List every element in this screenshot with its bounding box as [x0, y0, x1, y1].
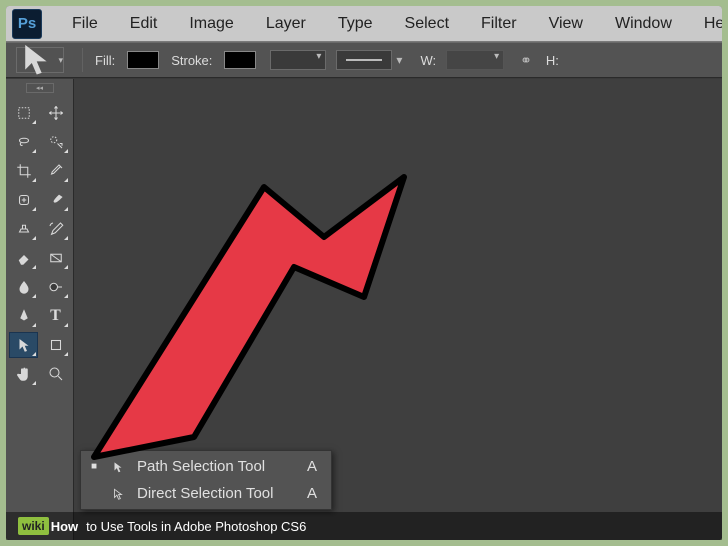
arrow-cursor-icon	[17, 40, 56, 79]
options-bar: ▾ Fill: Stroke: ▾ W: ⚭ H:	[6, 42, 722, 78]
healing-brush-tool[interactable]	[9, 187, 38, 213]
flyout-item-shortcut: A	[307, 458, 317, 475]
history-brush-tool[interactable]	[41, 216, 70, 242]
wikihow-logo-suffix: How	[51, 519, 78, 534]
flyout-item-path-selection[interactable]: ■ Path Selection Tool A	[81, 453, 331, 480]
caption-text: to Use Tools in Adobe Photoshop CS6	[86, 519, 306, 534]
hand-tool[interactable]	[9, 361, 38, 387]
width-field[interactable]	[446, 50, 504, 70]
stroke-style-dropdown[interactable]	[336, 50, 392, 70]
app-window: Ps File Edit Image Layer Type Select Fil…	[6, 6, 722, 540]
app-logo: Ps	[12, 9, 42, 39]
brush-tool[interactable]	[41, 187, 70, 213]
width-label: W:	[420, 53, 436, 68]
separator	[82, 48, 83, 72]
clone-stamp-tool[interactable]	[9, 216, 38, 242]
flyout-item-direct-selection[interactable]: Direct Selection Tool A	[81, 480, 331, 507]
flyout-item-label: Direct Selection Tool	[137, 485, 297, 502]
dodge-tool[interactable]	[41, 274, 70, 300]
eyedropper-tool[interactable]	[41, 158, 70, 184]
marquee-tool[interactable]	[9, 100, 38, 126]
zoom-tool[interactable]	[41, 361, 70, 387]
path-selection-tool[interactable]	[9, 332, 38, 358]
stroke-label: Stroke:	[171, 53, 212, 68]
eraser-tool[interactable]	[9, 245, 38, 271]
shape-tool[interactable]	[41, 332, 70, 358]
caption-bar: wiki How to Use Tools in Adobe Photoshop…	[6, 512, 722, 540]
menu-edit[interactable]: Edit	[114, 15, 174, 33]
fill-label: Fill:	[95, 53, 115, 68]
menu-help[interactable]: Help	[688, 15, 722, 33]
menu-filter[interactable]: Filter	[465, 15, 533, 33]
menu-type[interactable]: Type	[322, 15, 389, 33]
menu-window[interactable]: Window	[599, 15, 688, 33]
stroke-swatch[interactable]	[224, 51, 256, 69]
menu-file[interactable]: File	[56, 15, 114, 33]
crop-tool[interactable]	[9, 158, 38, 184]
blur-tool[interactable]	[9, 274, 38, 300]
flyout-item-shortcut: A	[307, 485, 317, 502]
menu-view[interactable]: View	[533, 15, 599, 33]
stroke-width-dropdown[interactable]	[270, 50, 326, 70]
pen-tool[interactable]	[9, 303, 38, 329]
direct-selection-icon	[109, 487, 127, 501]
quick-selection-tool[interactable]	[41, 129, 70, 155]
menubar: Ps File Edit Image Layer Type Select Fil…	[6, 6, 722, 42]
move-tool[interactable]	[41, 100, 70, 126]
menu-select[interactable]: Select	[389, 15, 465, 33]
menu-image[interactable]: Image	[173, 15, 249, 33]
menu-layer[interactable]: Layer	[250, 15, 322, 33]
fill-swatch[interactable]	[127, 51, 159, 69]
gradient-tool[interactable]	[41, 245, 70, 271]
height-label: H:	[546, 53, 559, 68]
current-tool-preset[interactable]: ▾	[16, 47, 64, 73]
type-tool[interactable]: T	[41, 303, 70, 329]
toolbox-collapse-tab[interactable]: ◂◂	[26, 83, 54, 93]
flyout-selected-marker: ■	[89, 461, 99, 472]
wikihow-logo-prefix: wiki	[18, 517, 49, 535]
tool-flyout-menu: ■ Path Selection Tool A Direct Selection…	[80, 450, 332, 510]
link-icon[interactable]: ⚭	[514, 52, 538, 69]
flyout-item-label: Path Selection Tool	[137, 458, 297, 475]
toolbox: ◂◂	[6, 79, 74, 540]
path-selection-icon	[109, 460, 127, 474]
lasso-tool[interactable]	[9, 129, 38, 155]
